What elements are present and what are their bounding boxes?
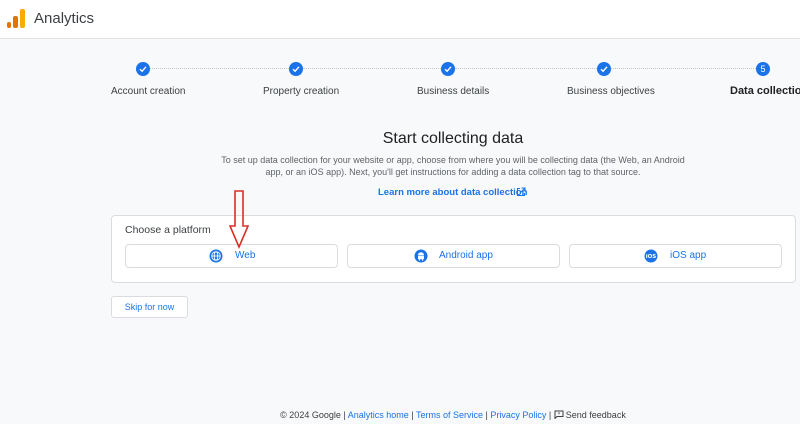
globe-icon: [209, 249, 223, 263]
footer-separator: |: [343, 410, 346, 420]
send-feedback-label: Send feedback: [565, 410, 626, 420]
step-3-check-icon: [441, 62, 455, 76]
ios-app-label: iOS app: [670, 250, 707, 261]
page-description: To set up data collection for your websi…: [221, 155, 685, 177]
step-connector: [611, 68, 756, 69]
skip-for-now-button[interactable]: Skip for now: [111, 296, 188, 318]
android-app-label: Android app: [439, 250, 493, 261]
ios-app-platform-button[interactable]: iOS iOS app: [569, 244, 782, 268]
step-connector: [455, 68, 597, 69]
analytics-home-link[interactable]: Analytics home: [348, 410, 409, 420]
step-number: 5: [760, 64, 766, 74]
step-2-check-icon: [289, 62, 303, 76]
step-5-number-badge: 5: [756, 62, 770, 76]
footer-separator: |: [548, 410, 552, 420]
step-label-property-creation: Property creation: [263, 86, 340, 97]
svg-text:iOS: iOS: [646, 254, 657, 260]
send-feedback-link[interactable]: Send feedback: [554, 410, 626, 420]
footer: © 2024 Google | Analytics home | Terms o…: [0, 410, 800, 420]
android-app-platform-button[interactable]: Android app: [347, 244, 560, 268]
step-label-business-details: Business details: [417, 86, 490, 97]
card-title: Choose a platform: [125, 224, 211, 236]
ios-icon: iOS: [644, 249, 658, 263]
step-label-account-creation: Account creation: [111, 86, 186, 97]
privacy-policy-link[interactable]: Privacy Policy: [490, 410, 546, 420]
android-icon: [414, 249, 428, 263]
feedback-icon: [554, 410, 564, 419]
copyright-text: © 2024 Google: [280, 410, 341, 420]
terms-of-service-link[interactable]: Terms of Service: [416, 410, 483, 420]
setup-stepper: 5 Account creation Property creation Bus…: [0, 0, 800, 110]
step-4-check-icon: [597, 62, 611, 76]
step-1-check-icon: [136, 62, 150, 76]
step-label-business-objectives: Business objectives: [567, 86, 655, 97]
step-connector: [150, 68, 289, 69]
step-connector: [303, 68, 441, 69]
web-label: Web: [235, 250, 256, 261]
annotation-arrow-icon: [229, 190, 249, 250]
step-label-data-collection: Data collection: [730, 85, 800, 97]
footer-separator: |: [411, 410, 414, 420]
page-title: Start collecting data: [382, 130, 524, 147]
open-in-new-icon[interactable]: [516, 187, 526, 197]
learn-more-link[interactable]: Learn more about data collection: [378, 187, 527, 198]
footer-separator: |: [485, 410, 488, 420]
